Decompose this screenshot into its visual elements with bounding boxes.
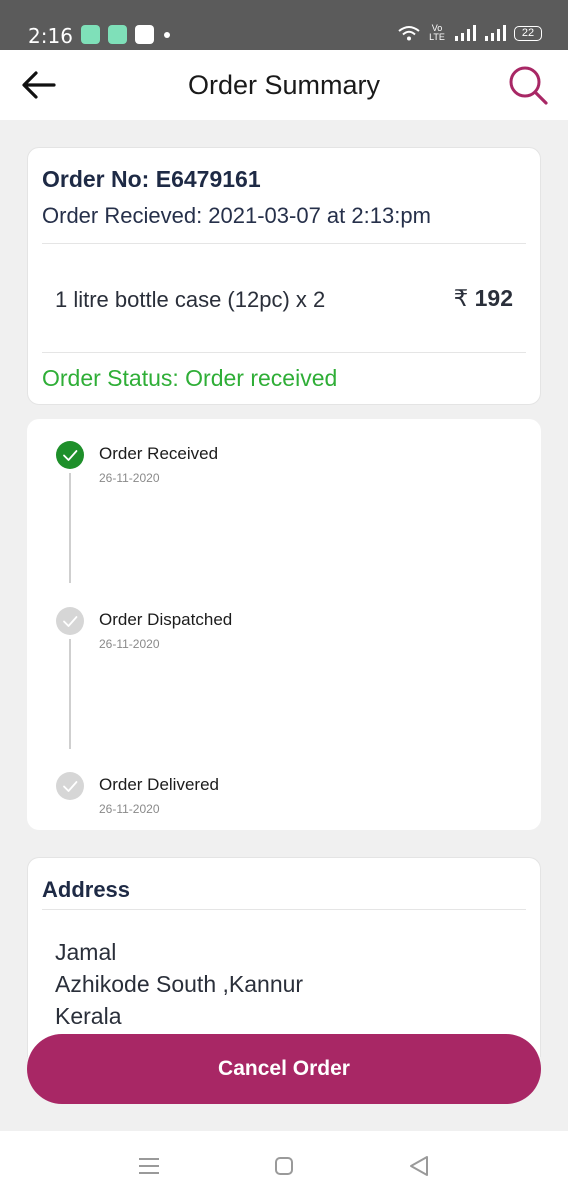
more-notifications-dot-icon <box>164 31 170 38</box>
home-square-icon <box>275 1157 293 1175</box>
page-title: Order Summary <box>187 70 381 100</box>
step-date-delivered: 26-11-2020 <box>99 802 160 816</box>
address-line: Kerala <box>55 1003 122 1029</box>
divider <box>42 243 526 244</box>
order-status: Order Status: Order received <box>42 365 338 391</box>
order-item-name: 1 litre bottle case (12pc) x 2 <box>55 287 326 312</box>
divider <box>42 352 526 353</box>
divider <box>42 909 526 910</box>
battery-icon: 22 <box>514 25 542 41</box>
order-number: Order No: E6479161 <box>42 166 261 192</box>
step-title-dispatched: Order Dispatched <box>99 610 233 629</box>
status-time: 2:16 <box>28 24 73 48</box>
address-title: Address <box>42 877 131 902</box>
notification-icons <box>81 25 170 44</box>
menu-button[interactable] <box>136 1153 162 1179</box>
search-icon <box>509 66 548 105</box>
back-nav-button[interactable] <box>406 1153 432 1179</box>
triangle-back-icon <box>410 1156 428 1176</box>
price-amount: 192 <box>474 285 513 311</box>
check-circle-icon <box>56 607 84 635</box>
order-item-price: ₹ 192 <box>454 285 513 312</box>
app-notification-icon <box>81 25 100 44</box>
rupee-symbol: ₹ <box>453 285 469 311</box>
order-received-date: Order Recieved: 2021-03-07 at 2:13:pm <box>42 203 431 228</box>
home-button[interactable] <box>271 1153 297 1179</box>
address-card: Address Jamal Azhikode South ,Kannur Ker… <box>27 857 541 1057</box>
signal-icon <box>485 25 506 41</box>
app-bar: Order Summary <box>0 50 568 120</box>
address-line: Jamal <box>55 939 117 965</box>
timeline-line <box>69 473 71 583</box>
app-notification-icon <box>108 25 127 44</box>
signal-icon <box>455 25 476 41</box>
search-button[interactable] <box>506 63 550 107</box>
step-title-delivered: Order Delivered <box>99 775 219 794</box>
system-icons: Vo LTE 22 <box>398 24 542 42</box>
step-title-received: Order Received <box>99 444 219 463</box>
wifi-icon <box>398 26 420 41</box>
address-line: Azhikode South ,Kannur <box>55 971 304 997</box>
menu-icon <box>139 1158 159 1174</box>
step-date-dispatched: 26-11-2020 <box>99 637 160 651</box>
cancel-order-button[interactable]: Cancel Order <box>27 1034 541 1104</box>
order-tracking-card: Order Received 26-11-2020 Order Dispatch… <box>27 419 541 830</box>
order-summary-card: Order No: E6479161 Order Recieved: 2021-… <box>27 147 541 405</box>
timeline-line <box>69 639 71 749</box>
step-date-received: 26-11-2020 <box>99 471 160 485</box>
status-bar: 2:16 Vo LTE 22 <box>0 0 568 50</box>
check-circle-icon <box>56 441 84 469</box>
system-nav-bar <box>0 1131 568 1200</box>
check-circle-icon <box>56 772 84 800</box>
mosque-notification-icon <box>135 25 154 44</box>
volte-label: Vo LTE <box>429 23 445 42</box>
